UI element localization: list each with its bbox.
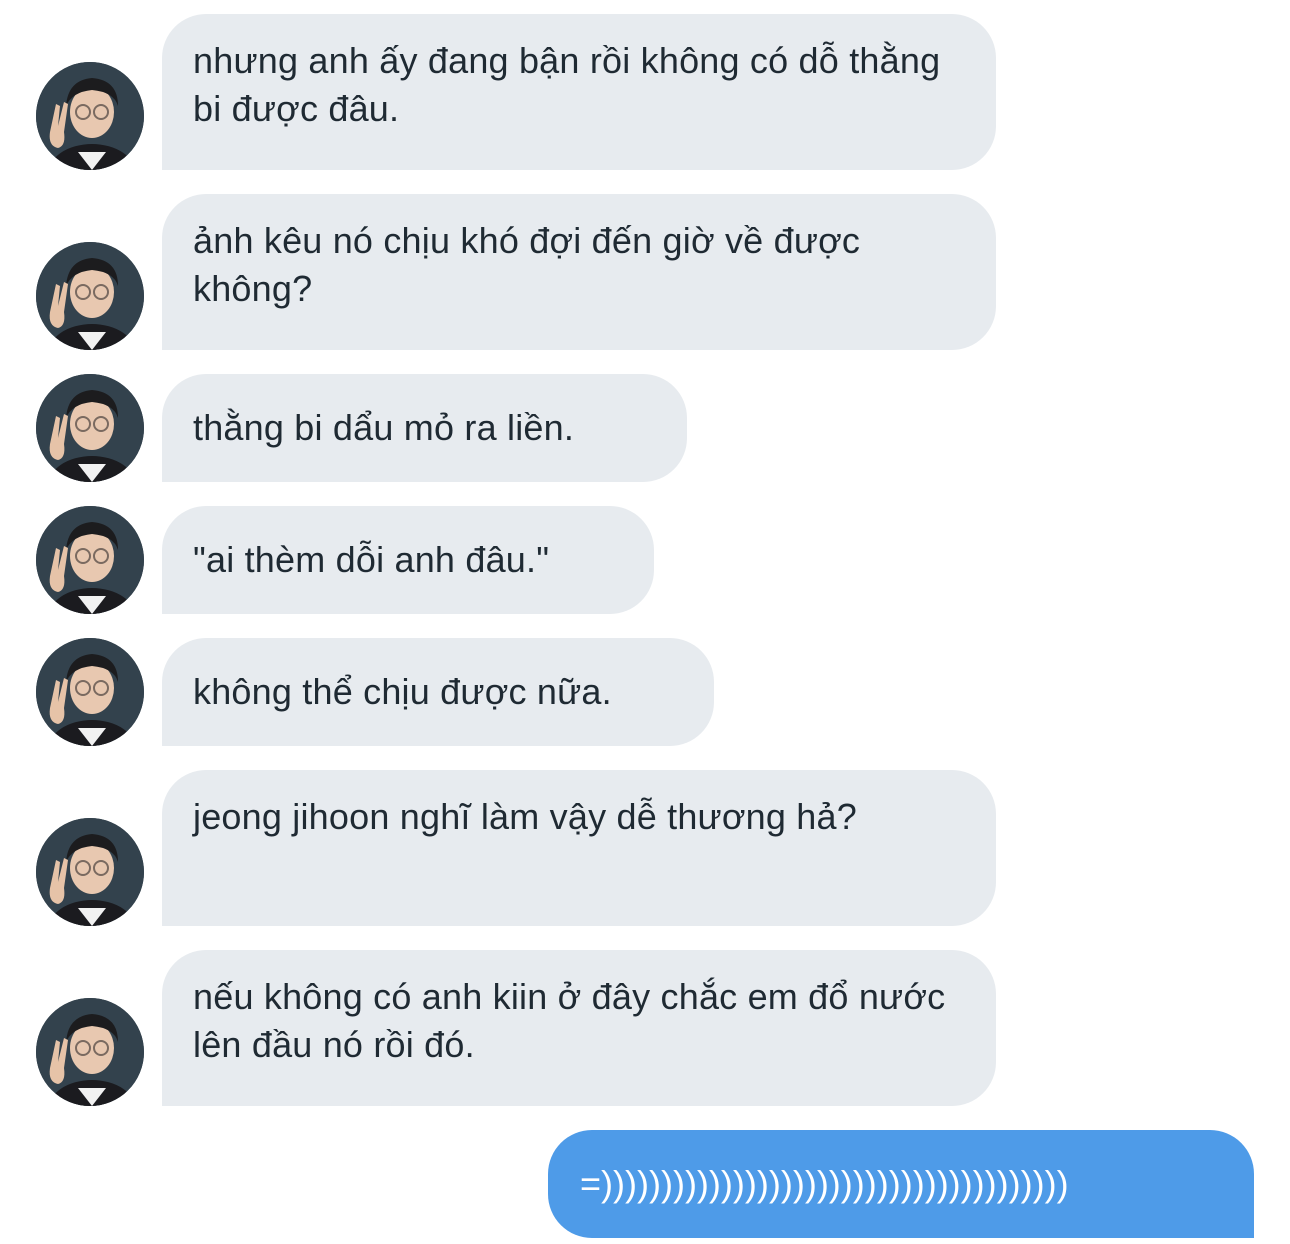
- avatar-icon: [36, 374, 144, 482]
- message-bubble-incoming[interactable]: ảnh kêu nó chịu khó đợi đến giờ về được …: [162, 194, 996, 350]
- message-bubble-incoming[interactable]: nếu không có anh kiin ở đây chắc em đổ n…: [162, 950, 996, 1106]
- avatar-icon: [36, 818, 144, 926]
- avatar[interactable]: [36, 506, 144, 614]
- avatar-icon: [36, 242, 144, 350]
- avatar[interactable]: [36, 242, 144, 350]
- avatar-icon: [36, 506, 144, 614]
- avatar[interactable]: [36, 998, 144, 1106]
- avatar[interactable]: [36, 638, 144, 746]
- avatar-icon: [36, 998, 144, 1106]
- avatar[interactable]: [36, 818, 144, 926]
- avatar-icon: [36, 62, 144, 170]
- avatar[interactable]: [36, 374, 144, 482]
- message-bubble-incoming[interactable]: "ai thèm dỗi anh đâu.": [162, 506, 654, 614]
- message-bubble-incoming[interactable]: thằng bi dẩu mỏ ra liền.: [162, 374, 687, 482]
- message-bubble-incoming[interactable]: jeong jihoon nghĩ làm vậy dễ thương hả?: [162, 770, 996, 926]
- avatar[interactable]: [36, 62, 144, 170]
- avatar-icon: [36, 638, 144, 746]
- message-bubble-incoming[interactable]: không thể chịu được nữa.: [162, 638, 714, 746]
- message-bubble-incoming[interactable]: nhưng anh ấy đang bận rồi không có dỗ th…: [162, 14, 996, 170]
- message-bubble-outgoing[interactable]: =))))))))))))))))))))))))))))))))))))))): [548, 1130, 1254, 1238]
